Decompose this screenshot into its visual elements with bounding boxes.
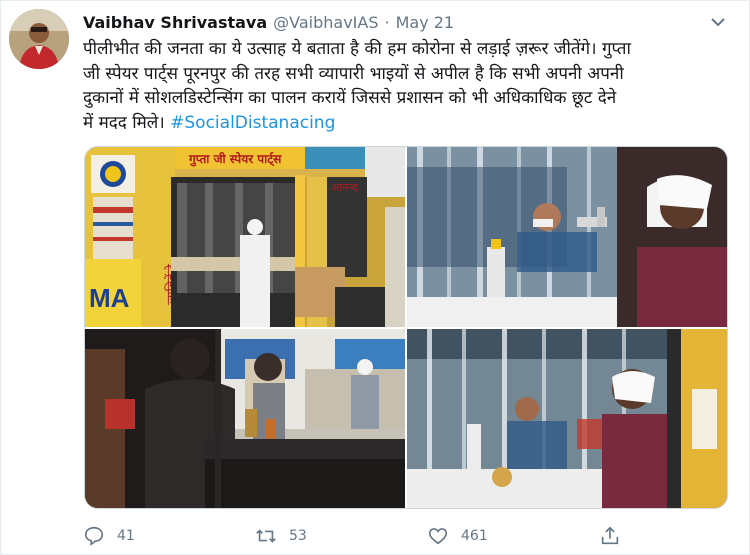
- retweet-icon[interactable]: [255, 525, 277, 547]
- chevron-down-icon[interactable]: [709, 13, 727, 31]
- photo-inside-shop[interactable]: [85, 329, 405, 508]
- tweet-header: Vaibhav Shrivastava @VaibhavIAS · May 21: [83, 11, 454, 33]
- reply-action[interactable]: 41: [83, 521, 135, 551]
- author-name[interactable]: Vaibhav Shrivastava: [83, 13, 267, 32]
- reply-count: 41: [117, 528, 135, 544]
- avatar[interactable]: [9, 9, 69, 69]
- photo-plastic-curtain[interactable]: [407, 147, 727, 327]
- photo1-shop-sign: गुप्ता जी स्पेयर पार्ट्स: [188, 152, 282, 167]
- tweet-actions: 41 53 461: [83, 521, 733, 551]
- like-count: 461: [461, 528, 488, 544]
- share-action[interactable]: [599, 521, 633, 551]
- media-grid: MA ल्युब्रिकेंटे गुप्ता जी स्पेयर पार्ट्…: [84, 146, 728, 509]
- tweet-text-line: पीलीभीत की जनता का ये उत्साह ये बताता है…: [83, 39, 631, 59]
- tweet-text: पीलीभीत की जनता का ये उत्साह ये बताता है…: [83, 37, 733, 135]
- photo-shop-front[interactable]: MA ल्युब्रिकेंटे गुप्ता जी स्पेयर पार्ट्…: [85, 147, 405, 327]
- tweet-text-line: दुकानों में सोशलडिस्टेन्सिंग का पालन करा…: [83, 88, 617, 108]
- tweet-text-line: जी स्पेयर पार्ट्स पूरनपुर की तरह सभी व्य…: [83, 63, 624, 84]
- like-icon[interactable]: [427, 525, 449, 547]
- share-icon[interactable]: [599, 525, 621, 547]
- photo1-shop2-sign: आनन्द: [331, 181, 358, 194]
- separator-dot: ·: [384, 12, 390, 32]
- author-handle[interactable]: @VaibhavIAS: [273, 13, 378, 32]
- retweet-count: 53: [289, 528, 307, 544]
- tweet-text-line: में मदद मिले।: [83, 112, 171, 133]
- retweet-action[interactable]: 53: [255, 521, 307, 551]
- like-action[interactable]: 461: [427, 521, 488, 551]
- photo1-side-text: MA: [89, 283, 130, 313]
- hashtag-link[interactable]: #SocialDistanacing: [170, 113, 335, 133]
- photo-customer-curtain[interactable]: [407, 329, 727, 508]
- tweet-card[interactable]: Vaibhav Shrivastava @VaibhavIAS · May 21…: [0, 0, 750, 555]
- reply-icon[interactable]: [83, 525, 105, 547]
- tweet-date[interactable]: May 21: [396, 13, 455, 32]
